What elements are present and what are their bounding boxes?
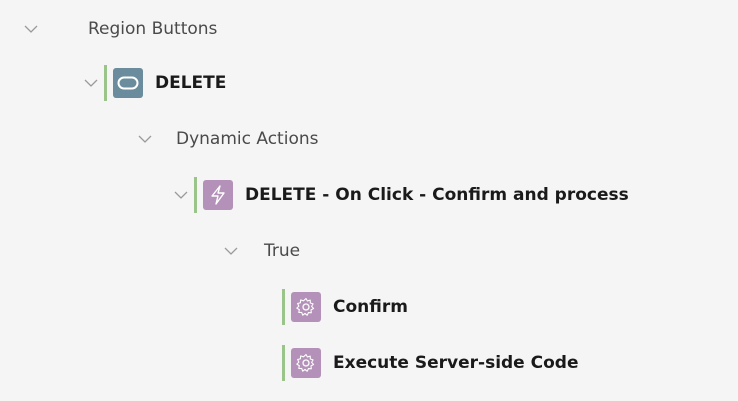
group-label-true[interactable]: True — [264, 241, 300, 261]
button-icon — [113, 68, 143, 98]
lightning-icon — [203, 180, 233, 210]
tree-node-action-execute-server-side-code[interactable]: Execute Server-side Code — [282, 341, 579, 385]
gear-icon — [291, 348, 321, 378]
node-label-dynamic-action: DELETE - On Click - Confirm and process — [245, 185, 629, 205]
tree-row-dynamic-action: DELETE - On Click - Confirm and process — [0, 168, 738, 222]
tree-node-action-confirm[interactable]: Confirm — [282, 285, 408, 329]
component-tree: Region Buttons DELETE Dynamic Actions DE… — [0, 0, 738, 401]
tree-row-delete-button: DELETE — [0, 56, 738, 110]
tree-node-dynamic-action[interactable]: DELETE - On Click - Confirm and process — [194, 173, 629, 217]
selection-bar — [282, 345, 285, 381]
tree-row-true: True — [0, 224, 738, 278]
chevron-down-icon[interactable] — [172, 186, 190, 204]
tree-row-action-execute-server-side-code: Execute Server-side Code — [0, 336, 738, 390]
chevron-down-icon[interactable] — [136, 130, 154, 148]
tree-node-delete-button[interactable]: DELETE — [104, 61, 226, 105]
node-label-execute-server-side-code: Execute Server-side Code — [333, 353, 579, 373]
node-label-delete: DELETE — [155, 73, 227, 93]
tree-row-action-confirm: Confirm — [0, 280, 738, 334]
group-label-region-buttons[interactable]: Region Buttons — [88, 19, 217, 39]
selection-bar — [104, 65, 107, 101]
selection-bar — [194, 177, 197, 213]
chevron-down-icon[interactable] — [22, 20, 40, 38]
chevron-down-icon[interactable] — [222, 242, 240, 260]
tree-row-dynamic-actions: Dynamic Actions — [0, 112, 738, 166]
selection-bar — [282, 289, 285, 325]
group-label-dynamic-actions[interactable]: Dynamic Actions — [176, 129, 318, 149]
chevron-down-icon[interactable] — [82, 74, 100, 92]
node-label-confirm: Confirm — [333, 297, 408, 317]
tree-row-region-buttons: Region Buttons — [0, 2, 738, 56]
gear-icon — [291, 292, 321, 322]
